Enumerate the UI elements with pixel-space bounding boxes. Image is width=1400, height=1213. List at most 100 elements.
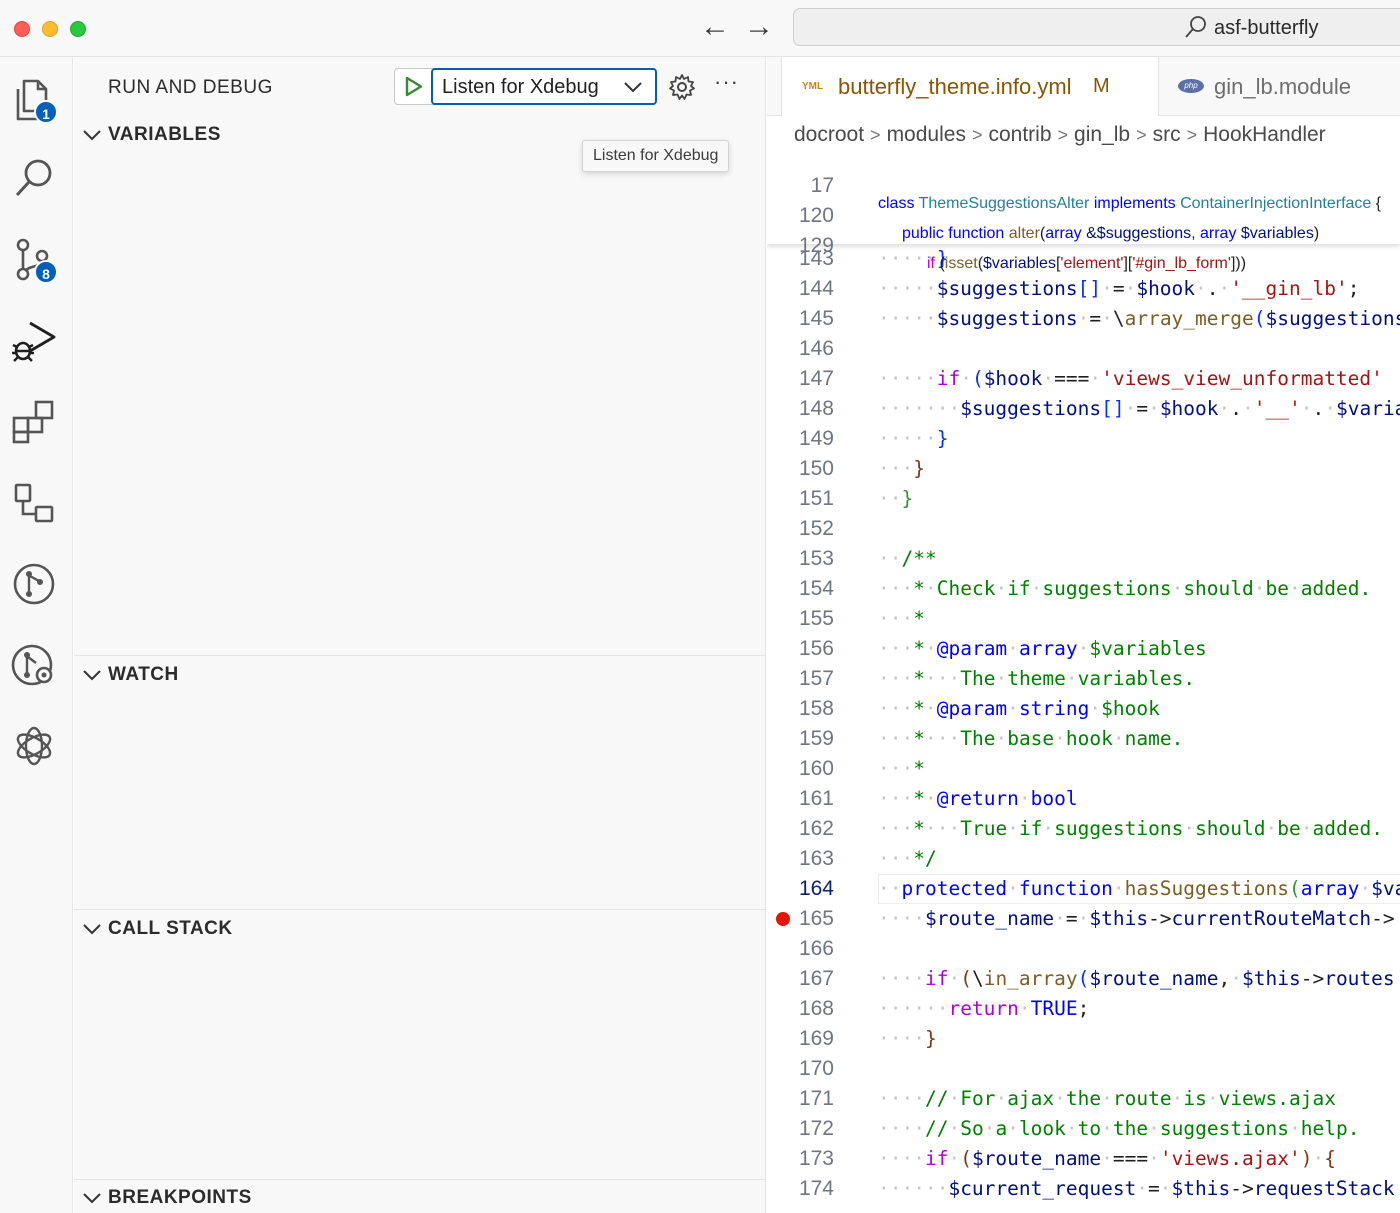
code-line[interactable]: 146 bbox=[767, 334, 1400, 364]
tab-label: butterfly_theme.info.yml bbox=[838, 74, 1072, 99]
line-number: 148 bbox=[798, 397, 834, 420]
git-graph-icon bbox=[13, 563, 55, 605]
code-line[interactable]: 157 ···*···The·theme·variables. bbox=[767, 664, 1400, 694]
code-text: ····if·($route_name·===·'views.ajax')·{ bbox=[878, 1147, 1336, 1170]
title-bar: ← → asf-butterfly bbox=[0, 0, 1400, 57]
line-number: 159 bbox=[798, 727, 834, 750]
code-line[interactable]: 172 ····//·So·a·look·to·the·suggestions·h… bbox=[767, 1114, 1400, 1144]
workspace-name: asf-butterfly bbox=[1214, 17, 1319, 39]
close-window-button[interactable] bbox=[14, 21, 30, 37]
code-text: ·····} bbox=[878, 427, 949, 450]
code-line-current[interactable]: 164 ··protected·function·hasSuggestions(a… bbox=[767, 874, 1400, 904]
remote-explorer-activity[interactable] bbox=[8, 477, 60, 529]
code-line[interactable]: 158 ···*·@param·string·$hook bbox=[767, 694, 1400, 724]
code-line[interactable]: 155 ···* bbox=[767, 604, 1400, 634]
yaml-file-icon: YML bbox=[802, 81, 824, 92]
chatgpt-activity[interactable] bbox=[8, 720, 60, 772]
code-line[interactable]: 173 ····if·($route_name·===·'views.ajax')… bbox=[767, 1144, 1400, 1174]
code-line[interactable]: 166 bbox=[767, 934, 1400, 964]
code-line[interactable]: 153 ··/** bbox=[767, 544, 1400, 574]
code-line[interactable]: 159 ···*···The·base·hook·name. bbox=[767, 724, 1400, 754]
breadcrumb-item[interactable]: HookHandler bbox=[1203, 123, 1326, 146]
editor: YML butterfly_theme.info.yml M php gin_l… bbox=[767, 57, 1400, 1213]
code-line[interactable]: 170 bbox=[767, 1054, 1400, 1084]
breadcrumb-item[interactable]: contrib bbox=[988, 123, 1051, 146]
breadcrumb-item[interactable]: src bbox=[1153, 123, 1181, 146]
chevron-down-icon bbox=[83, 130, 101, 141]
line-number: 171 bbox=[798, 1087, 834, 1110]
code-line[interactable]: 148 ·······$suggestions[]·=·$hook·.·'__'·… bbox=[767, 394, 1400, 424]
code-text: ··} bbox=[878, 487, 914, 510]
gitlens-activity[interactable] bbox=[8, 558, 60, 610]
play-icon bbox=[405, 76, 423, 97]
section-divider bbox=[74, 909, 766, 910]
code-text: ···*·@param·string·$hook bbox=[878, 697, 1160, 720]
search-activity[interactable] bbox=[8, 153, 60, 205]
php-file-icon: php bbox=[1178, 79, 1204, 93]
arrow-right-icon[interactable]: → bbox=[744, 12, 774, 42]
code-line[interactable]: 174 ······$current_request·=·$this->reque… bbox=[767, 1174, 1400, 1204]
section-divider bbox=[74, 1179, 766, 1180]
sticky-scroll[interactable]: 17 class ThemeSuggestionsAlter implement… bbox=[767, 153, 1400, 272]
run-debug-icon bbox=[12, 321, 56, 362]
code-line[interactable]: 156 ···*·@param·array·$variables bbox=[767, 634, 1400, 664]
code-line[interactable]: 149 ·····} bbox=[767, 424, 1400, 454]
code-text: ···*···The·base·hook·name. bbox=[878, 727, 1184, 750]
code-line[interactable]: 162 ···*···True·if·suggestions·should·be·… bbox=[767, 814, 1400, 844]
breadcrumb-item[interactable]: docroot bbox=[794, 123, 864, 146]
code-line[interactable]: 151 ··} bbox=[767, 484, 1400, 514]
maximize-window-button[interactable] bbox=[70, 21, 86, 37]
code-line[interactable]: 167 ····if·(\in_array($route_name,·$this-… bbox=[767, 964, 1400, 994]
more-actions-button[interactable]: ··· bbox=[714, 69, 739, 95]
watch-section-header[interactable]: WATCH bbox=[74, 659, 766, 693]
tab-label: gin_lb.module bbox=[1214, 74, 1351, 99]
breadcrumb-item[interactable]: gin_lb bbox=[1074, 123, 1130, 146]
line-number: 146 bbox=[798, 337, 834, 360]
run-debug-activity[interactable] bbox=[8, 315, 60, 367]
code-line[interactable]: 171 ····//·For·ajax·the·route·is·views.aj… bbox=[767, 1084, 1400, 1114]
tab-gin-lb-module[interactable]: php gin_lb.module bbox=[1160, 57, 1400, 116]
call-stack-section-header[interactable]: CALL STACK bbox=[74, 913, 766, 947]
command-center-search[interactable]: asf-butterfly bbox=[793, 8, 1400, 46]
source-control-activity[interactable]: 8 bbox=[8, 234, 60, 286]
start-debugging-button[interactable] bbox=[397, 71, 429, 102]
code-text: ···* bbox=[878, 757, 925, 780]
code-line[interactable]: 17 class ThemeSuggestionsAlter implement… bbox=[767, 153, 1400, 212]
code-line[interactable]: 120 public function alter(array &$sugges… bbox=[767, 183, 1400, 242]
code-line[interactable]: 169 ····} bbox=[767, 1024, 1400, 1054]
code-line[interactable]: 152 bbox=[767, 514, 1400, 544]
code-line[interactable]: 150 ···} bbox=[767, 454, 1400, 484]
breakpoints-section-header[interactable]: BREAKPOINTS bbox=[74, 1182, 766, 1213]
line-number: 169 bbox=[798, 1027, 834, 1050]
code-line[interactable]: 129 if (isset($variables['element']['#gi… bbox=[767, 213, 1400, 272]
extensions-icon bbox=[12, 400, 54, 444]
variables-section-header[interactable]: VARIABLES bbox=[74, 119, 766, 153]
code-line[interactable]: 154 ···*·Check·if·suggestions·should·be·a… bbox=[767, 574, 1400, 604]
line-number: 152 bbox=[798, 517, 834, 540]
arrow-left-icon[interactable]: ← bbox=[700, 12, 730, 42]
breadcrumb-item[interactable]: modules bbox=[887, 123, 966, 146]
code-line[interactable]: 168 ······return·TRUE; bbox=[767, 994, 1400, 1024]
code-text: ··/** bbox=[878, 547, 937, 570]
debug-configuration-value: Listen for Xdebug bbox=[442, 76, 599, 98]
line-number: 160 bbox=[798, 757, 834, 780]
line-number: 173 bbox=[798, 1147, 834, 1170]
watch-title: WATCH bbox=[108, 664, 179, 685]
gitlens-inspect-activity[interactable] bbox=[8, 639, 60, 691]
code-line[interactable]: 145 ·····$suggestions·=·\array_merge($sug… bbox=[767, 304, 1400, 334]
code-line[interactable]: 160 ···* bbox=[767, 754, 1400, 784]
explorer-activity[interactable]: 1 bbox=[8, 73, 60, 125]
minimize-window-button[interactable] bbox=[42, 21, 58, 37]
tab-butterfly-theme-info[interactable]: YML butterfly_theme.info.yml M bbox=[781, 57, 1159, 116]
gear-icon[interactable] bbox=[668, 73, 696, 101]
debug-configuration-select[interactable]: Listen for Xdebug bbox=[431, 68, 657, 105]
code-line[interactable]: 163 ···*/ bbox=[767, 844, 1400, 874]
code-line[interactable]: 161 ···*·@return·bool bbox=[767, 784, 1400, 814]
chevron-right-icon: > bbox=[1186, 125, 1198, 145]
code-line[interactable]: 165 ····$route_name·=·$this->currentRoute… bbox=[767, 904, 1400, 934]
extensions-activity[interactable] bbox=[8, 396, 60, 448]
line-number: 166 bbox=[798, 937, 834, 960]
code-text: ···*·@param·array·$variables bbox=[878, 637, 1207, 660]
chevron-down-icon bbox=[83, 670, 101, 681]
code-line[interactable]: 147 ·····if·($hook·===·'views_view_unform… bbox=[767, 364, 1400, 394]
